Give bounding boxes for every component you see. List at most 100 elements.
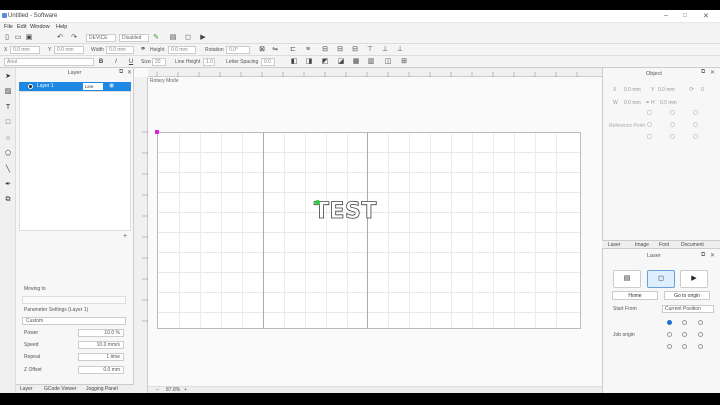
preset-select[interactable]: Custom [22, 317, 126, 325]
text-tool-icon[interactable]: T [3, 103, 13, 113]
pen-icon[interactable]: ✒ [3, 180, 13, 190]
obj-lock-icon[interactable]: ⚭ [645, 99, 650, 106]
job-origin-radio-mc[interactable] [682, 332, 687, 337]
device-select[interactable]: DEVICE [86, 34, 116, 42]
group-icon[interactable]: ▦ [352, 58, 360, 66]
ref-radio-tc[interactable] [670, 110, 675, 115]
tab-document[interactable]: Document [681, 242, 704, 248]
close-icon[interactable]: ✕ [703, 12, 709, 20]
layer-color-swatch[interactable] [28, 84, 33, 89]
menu-edit[interactable]: Edit [17, 24, 26, 30]
work-area[interactable] [157, 132, 581, 329]
laser-close-icon[interactable]: ✕ [710, 252, 715, 259]
repeat-input[interactable]: 1 time [78, 353, 124, 361]
new-file-icon[interactable]: ▯ [3, 34, 11, 42]
boolean-subtract-icon[interactable]: ◨ [305, 58, 313, 66]
tab-laser[interactable]: Laser [608, 242, 621, 248]
maximize-icon[interactable]: □ [683, 13, 687, 19]
flip-h-icon[interactable]: ⇋ [271, 46, 279, 54]
align-center-icon[interactable]: ≡ [304, 46, 312, 54]
align-icon-3[interactable]: ⊟ [351, 46, 359, 54]
italic-button[interactable]: I [112, 58, 120, 66]
obj-rotate-value[interactable]: 0 [701, 87, 704, 93]
align-icon-2[interactable]: ⊟ [336, 46, 344, 54]
layer-row[interactable]: Layer 1 Line ◉ [19, 82, 131, 91]
visibility-icon[interactable]: ◉ [109, 82, 114, 89]
spacing-input[interactable]: 0.0 [261, 58, 275, 66]
offset-icon[interactable]: ◫ [384, 58, 392, 66]
layer-mode-select[interactable]: Line [83, 83, 103, 90]
menu-file[interactable]: File [4, 24, 13, 30]
moving-select[interactable] [22, 296, 126, 304]
zoom-out-icon[interactable]: – [156, 387, 159, 393]
ref-radio-tl[interactable] [647, 110, 652, 115]
tab-jogging-panel[interactable]: Jogging Panel [86, 386, 118, 392]
job-origin-radio-tl[interactable] [667, 320, 672, 325]
canvas-text-object[interactable]: TEST [314, 199, 377, 225]
ref-radio-bc[interactable] [670, 134, 675, 139]
fit-icon[interactable]: ⊠ [258, 46, 266, 54]
tab-gcode-viewer[interactable]: GCode Viewer [44, 386, 76, 392]
go-to-origin-button[interactable]: Go to origin [664, 291, 710, 300]
ref-radio-tr[interactable] [693, 110, 698, 115]
start-from-select[interactable]: Current Position [662, 305, 714, 313]
ungroup-icon[interactable]: ▥ [367, 58, 375, 66]
speed-input[interactable]: 10.0 mm/s [78, 341, 124, 349]
job-origin-radio-tc[interactable] [682, 320, 687, 325]
frame-button[interactable]: ▤ [613, 270, 641, 288]
redo-icon[interactable]: ↷ [70, 34, 78, 42]
bold-button[interactable]: B [97, 58, 105, 66]
menu-help[interactable]: Help [56, 24, 67, 30]
object-float-icon[interactable]: ⧉ [701, 69, 705, 76]
add-layer-button[interactable]: + [123, 233, 127, 240]
lock-ratio-icon[interactable]: ⚭ [139, 46, 147, 54]
laser-float-icon[interactable]: ⧉ [701, 252, 705, 259]
rectangle-icon[interactable]: □ [3, 118, 13, 128]
ref-radio-mc[interactable] [670, 122, 675, 127]
tab-font[interactable]: Font [659, 242, 669, 248]
object-close-icon[interactable]: ✕ [710, 69, 715, 76]
obj-y-value[interactable]: 0.0 mm [658, 87, 675, 93]
font-select[interactable]: Arial [4, 58, 94, 66]
selection-handle[interactable] [315, 200, 320, 205]
home-button[interactable]: Home [612, 291, 658, 300]
align-icon-5[interactable]: ⊥ [381, 46, 389, 54]
boolean-diff-icon[interactable]: ◪ [337, 58, 345, 66]
polygon-icon[interactable]: ⬠ [3, 149, 13, 159]
image-icon[interactable]: ▨ [3, 87, 13, 97]
align-icon-1[interactable]: ⊟ [321, 46, 329, 54]
y-input[interactable]: 0.0 mm [54, 46, 84, 54]
ref-radio-bl[interactable] [647, 134, 652, 139]
align-left-icon[interactable]: ⊏ [289, 46, 297, 54]
obj-rotate-icon[interactable]: ⟳ [689, 86, 694, 93]
lineheight-input[interactable]: 1.0 [203, 58, 215, 66]
job-origin-radio-mr[interactable] [698, 332, 703, 337]
node-edit-icon[interactable]: ⧉ [3, 195, 13, 205]
job-origin-radio-bc[interactable] [682, 344, 687, 349]
power-input[interactable]: 10.0 % [78, 329, 124, 337]
ref-radio-mr[interactable] [693, 122, 698, 127]
tab-layer[interactable]: Layer [20, 386, 33, 392]
open-folder-icon[interactable]: ▭ [14, 34, 22, 42]
job-origin-radio-bl[interactable] [667, 344, 672, 349]
status-select[interactable]: Disabled [119, 34, 149, 42]
pointer-icon[interactable]: ➤ [3, 72, 13, 82]
obj-w-value[interactable]: 0.0 mm [624, 100, 641, 106]
job-origin-radio-ml[interactable] [667, 332, 672, 337]
obj-h-value[interactable]: 0.0 mm [660, 100, 677, 106]
rotation-input[interactable]: 0.0° [226, 46, 250, 54]
start-button[interactable]: ▶ [680, 270, 708, 288]
frame-icon[interactable]: ▤ [169, 34, 177, 42]
ref-radio-br[interactable] [693, 134, 698, 139]
play-icon[interactable]: ▶ [199, 34, 207, 42]
align-icon-4[interactable]: ⊤ [366, 46, 374, 54]
height-input[interactable]: 0.0 mm [168, 46, 196, 54]
job-origin-radio-tr[interactable] [698, 320, 703, 325]
align-icon-6[interactable]: ⊥ [396, 46, 404, 54]
save-icon[interactable]: ▣ [25, 34, 33, 42]
outline-button[interactable]: ◻ [647, 270, 675, 288]
stop-icon[interactable]: ◻ [184, 34, 192, 42]
width-input[interactable]: 0.0 mm [106, 46, 134, 54]
zoffset-input[interactable]: 0.0 mm [78, 366, 124, 374]
zoom-in-icon[interactable]: + [184, 387, 187, 393]
